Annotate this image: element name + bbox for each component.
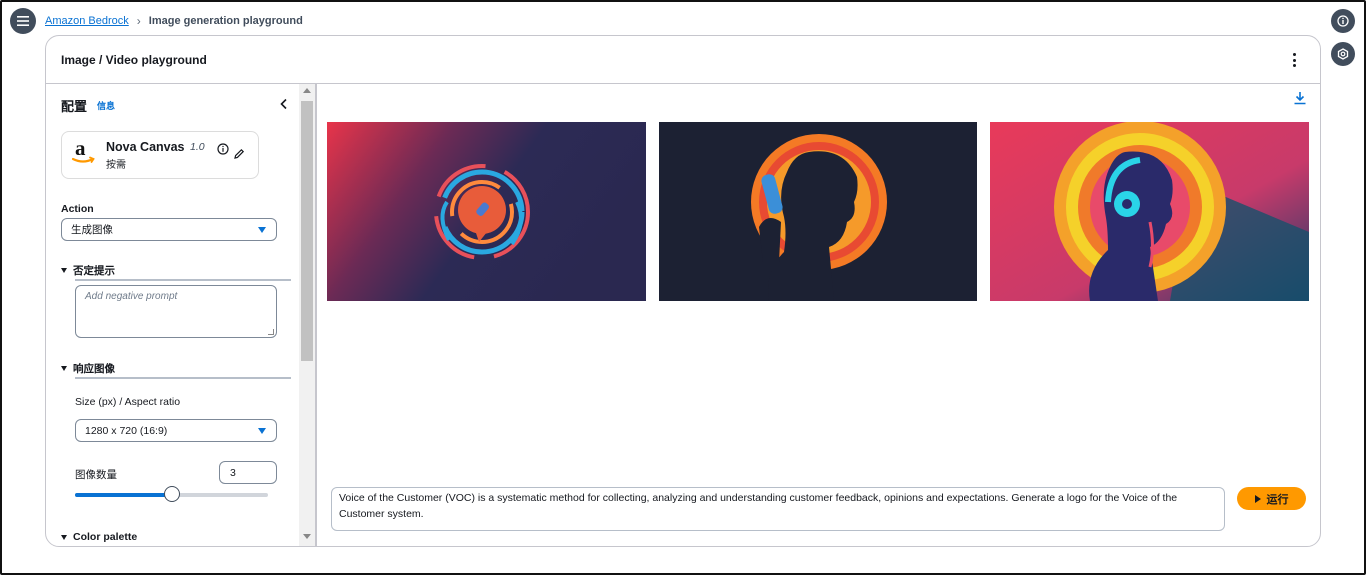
caret-down-icon [61, 534, 67, 540]
info-link[interactable]: 信息 [97, 99, 115, 112]
download-icon[interactable] [1293, 91, 1307, 105]
config-panel: 配置 信息 a Nova Canvas 1.0 按需 Action 生成图像 否… [46, 84, 316, 546]
kebab-icon[interactable] [1288, 51, 1300, 69]
model-name: Nova Canvas [106, 140, 185, 154]
info-icon[interactable] [217, 142, 229, 155]
model-card[interactable]: a Nova Canvas 1.0 按需 [61, 131, 259, 179]
negative-prompt-section[interactable]: 否定提示 [61, 263, 115, 278]
breadcrumb-current: Image generation playground [148, 15, 303, 27]
response-image-section-label: 响应图像 [73, 363, 115, 375]
config-title: 配置 [61, 99, 88, 114]
caret-down-icon [258, 428, 266, 434]
color-palette-section[interactable]: Color palette [61, 531, 137, 543]
chevron-left-icon[interactable] [279, 97, 289, 110]
action-select-value: 生成图像 [71, 224, 113, 236]
run-button[interactable]: 运行 [1237, 487, 1306, 510]
action-select[interactable]: 生成图像 [61, 218, 277, 241]
page-title: Image / Video playground [61, 53, 207, 67]
color-palette-section-label: Color palette [73, 531, 138, 543]
caret-down-icon [258, 227, 266, 233]
amazon-logo: a [70, 136, 98, 168]
caret-down-icon [61, 366, 67, 371]
negative-prompt-section-label: 否定提示 [73, 265, 115, 277]
breadcrumb-amazon-bedrock[interactable]: Amazon Bedrock [45, 15, 129, 27]
response-image-section[interactable]: 响应图像 [61, 361, 115, 376]
playground-container: Image / Video playground 配置 信息 a Nova Ca… [45, 35, 1321, 547]
run-button-label: 运行 [1266, 493, 1289, 506]
breadcrumb: Amazon Bedrock › Image generation playgr… [45, 14, 303, 28]
slider-thumb[interactable] [164, 486, 180, 502]
size-label: Size (px) / Aspect ratio [75, 396, 181, 408]
size-select-value: 1280 x 720 (16:9) [85, 424, 168, 437]
menu-icon[interactable] [10, 8, 36, 34]
prompt-input[interactable]: Voice of the Customer (VOC) is a systema… [331, 487, 1225, 531]
scroll-down-arrow[interactable] [303, 534, 311, 539]
generated-image-2[interactable] [659, 122, 977, 301]
svg-text:a: a [75, 138, 86, 160]
prompt-text: Voice of the Customer (VOC) is a systema… [339, 492, 1178, 520]
info-icon[interactable] [1331, 9, 1355, 33]
slider-fill [75, 493, 172, 497]
action-label: Action [61, 203, 94, 215]
generated-image-1[interactable] [327, 122, 646, 301]
negative-prompt-placeholder: Add negative prompt [85, 291, 178, 302]
container-header: Image / Video playground [46, 36, 1320, 84]
image-count-label: 图像数量 [75, 469, 117, 481]
scrollbar-thumb[interactable] [301, 101, 313, 361]
model-version: 1.0 [190, 141, 205, 153]
settings-icon[interactable] [1331, 42, 1355, 66]
generated-image-3[interactable] [990, 122, 1309, 301]
caret-down-icon [61, 268, 67, 273]
chevron-right-icon: › [136, 14, 141, 28]
image-count-value: 3 [230, 466, 236, 479]
play-icon [1254, 494, 1261, 503]
model-pricing: 按需 [106, 160, 126, 171]
negative-prompt-input[interactable]: Add negative prompt [75, 285, 277, 338]
image-count-input[interactable]: 3 [219, 461, 277, 484]
size-select[interactable]: 1280 x 720 (16:9) [75, 419, 277, 442]
edit-icon[interactable] [233, 147, 245, 159]
scroll-up-arrow[interactable] [303, 88, 311, 93]
